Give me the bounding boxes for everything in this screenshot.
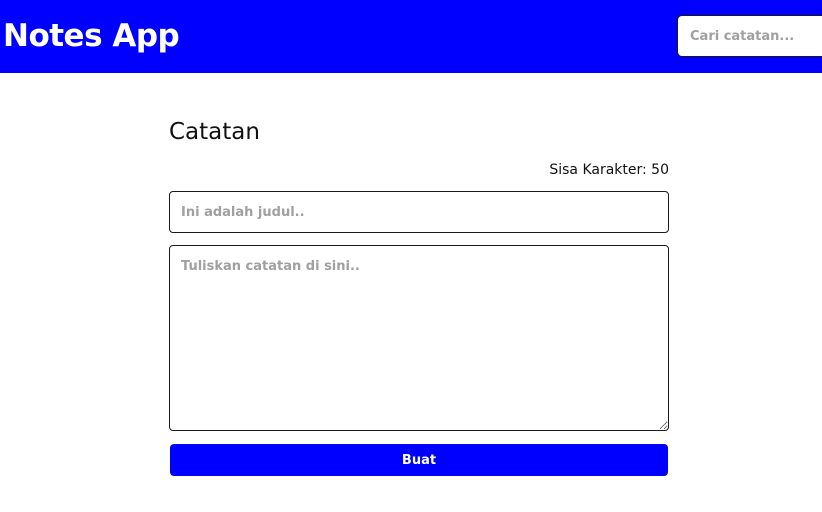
note-title-input[interactable]	[169, 191, 669, 233]
char-counter: Sisa Karakter: 50	[549, 162, 669, 178]
app-title: Notes App	[3, 18, 180, 54]
page-title: Catatan	[169, 119, 260, 145]
app-header: Notes App	[0, 0, 822, 73]
note-body-textarea[interactable]	[169, 245, 669, 431]
search-input[interactable]	[677, 15, 822, 57]
create-note-button[interactable]: Buat	[170, 444, 668, 476]
